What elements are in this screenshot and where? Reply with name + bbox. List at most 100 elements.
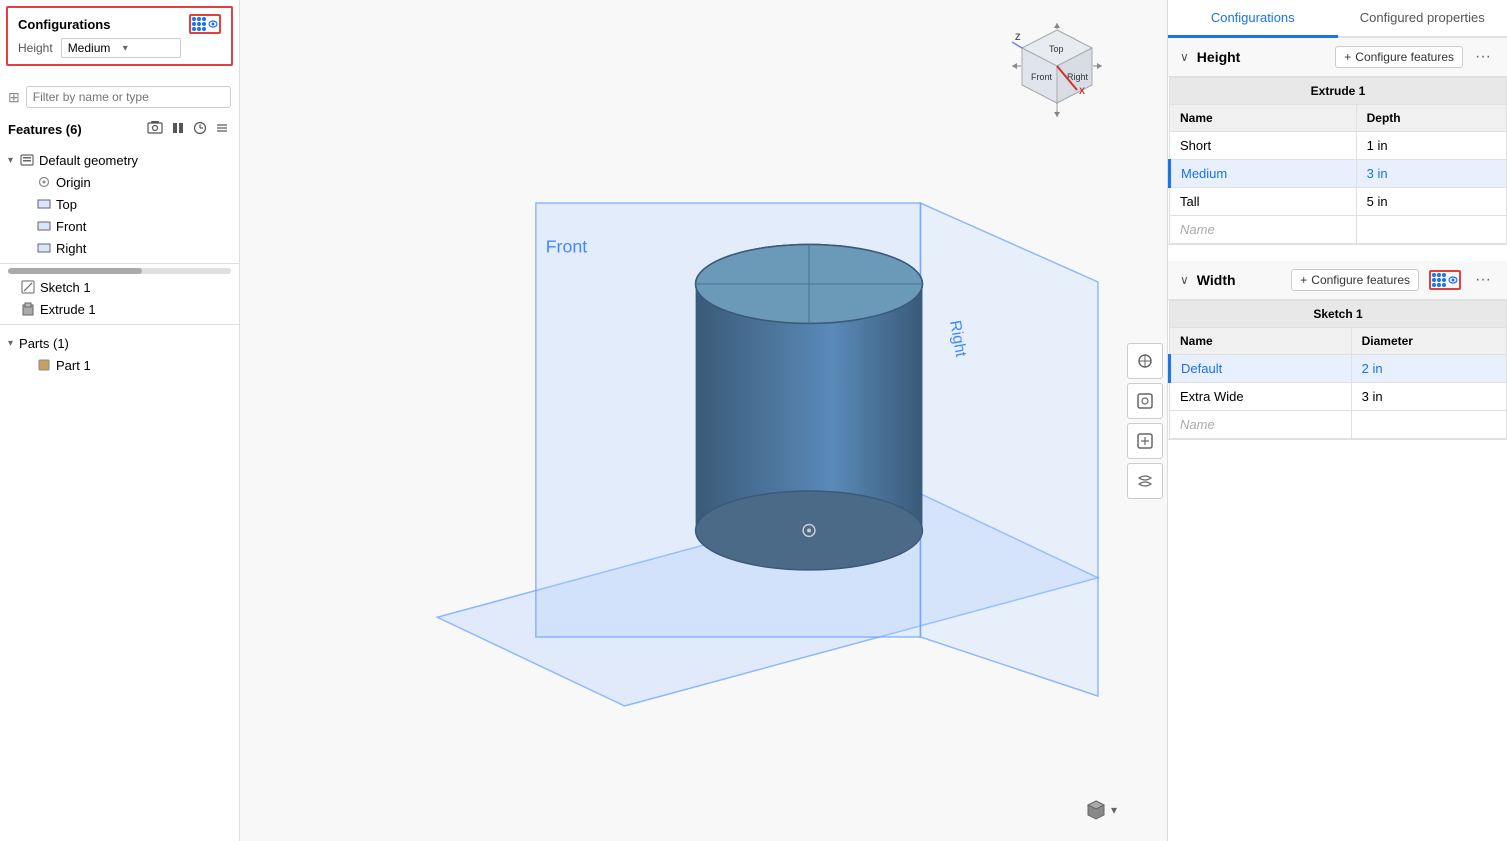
height-row-short[interactable]: Short 1 in [1170,132,1507,160]
left-panel: Configurations [0,0,240,841]
height-table-header: Extrude 1 [1170,78,1507,105]
width-row-extrawide[interactable]: Extra Wide 3 in [1170,383,1507,411]
height-value-new [1356,216,1506,244]
clock-btn[interactable] [191,118,209,141]
height-section-header: ∨ Height + Configure features ··· [1168,38,1507,77]
viewport[interactable]: Front Right [240,0,1167,841]
height-section-title: Height [1197,49,1327,65]
height-row-medium[interactable]: Medium 3 in [1170,160,1507,188]
grid-dots [192,17,206,31]
list-btn[interactable] [213,118,231,141]
orientation-widget[interactable]: Top Front Right [1007,20,1107,120]
width-section: ∨ Width + Configure features [1168,261,1507,440]
tree-label-top: Top [56,197,77,212]
height-more-btn[interactable]: ··· [1471,46,1495,68]
cube-icon [1085,799,1107,821]
tree-item-front[interactable]: Front [0,215,239,237]
icon-origin [36,174,52,190]
tab-configurations[interactable]: Configurations [1168,0,1338,38]
width-chevron[interactable]: ∨ [1180,273,1189,287]
width-value-new [1351,411,1506,439]
tab-configured-properties[interactable]: Configured properties [1338,0,1507,38]
width-value-extrawide: 3 in [1351,383,1506,411]
tree-label-part1: Part 1 [56,358,91,373]
height-name-medium: Medium [1170,160,1357,188]
width-more-btn[interactable]: ··· [1471,269,1495,291]
vp-icon-2 [1136,392,1154,410]
svg-text:Front: Front [1031,72,1053,82]
width-table-header: Sketch 1 [1170,301,1507,328]
width-value-default: 2 in [1351,355,1506,383]
icon-default-geometry [19,152,35,168]
height-row-tall[interactable]: Tall 5 in [1170,188,1507,216]
vp-btn-2[interactable] [1127,383,1163,419]
width-col-name: Name [1170,328,1352,355]
tree-area: ▾ Default geometry Origin Top [0,145,239,841]
width-name-extrawide: Extra Wide [1170,383,1352,411]
features-header: Features (6) [0,114,239,145]
config-height-label: Height [18,41,53,55]
divider1 [0,263,239,264]
capture-btn[interactable] [145,118,165,141]
icon-extrude1 [20,301,36,317]
icon-front-plane [36,218,52,234]
tree-item-default-geometry[interactable]: ▾ Default geometry [0,149,239,171]
height-value-medium: 3 in [1356,160,1506,188]
width-row-new[interactable]: Name [1170,411,1507,439]
height-value-short: 1 in [1356,132,1506,160]
width-configure-label: Configure features [1311,273,1410,287]
tree-item-top[interactable]: Top [0,193,239,215]
config-box-title: Configurations [18,14,221,34]
width-col-diameter: Diameter [1351,328,1506,355]
height-row-new[interactable]: Name [1170,216,1507,244]
scene-svg: Front Right [240,0,1167,841]
chevron-default-geometry: ▾ [8,155,13,166]
svg-text:X: X [1079,86,1085,96]
icon-right-plane [36,240,52,256]
width-section-title: Width [1197,272,1283,288]
height-chevron[interactable]: ∨ [1180,50,1189,64]
height-configure-plus: + [1344,50,1351,64]
vp-btn-4[interactable] [1127,463,1163,499]
vp-btn-3[interactable] [1127,423,1163,459]
features-toolbar [145,118,231,141]
clock-icon [193,121,207,135]
tree-label-parts: Parts (1) [19,336,69,351]
tree-label-right: Right [56,241,86,256]
pause-btn[interactable] [169,118,187,141]
tree-item-parts[interactable]: ▾ Parts (1) [0,333,239,354]
front-label: Front [546,236,587,256]
width-eye-icon [1448,275,1458,285]
list-icon [215,121,229,135]
config-height-select[interactable]: Medium ▾ [61,38,181,58]
height-col-name: Name [1170,105,1357,132]
tree-item-origin[interactable]: Origin [0,171,239,193]
width-configure-btn[interactable]: + Configure features [1291,269,1419,291]
orientation-svg: Top Front Right [1007,20,1107,120]
capture-icon [147,120,163,136]
width-row-default[interactable]: Default 2 in [1170,355,1507,383]
height-name-placeholder[interactable]: Name [1170,216,1357,244]
tree-item-sketch1[interactable]: Sketch 1 [0,276,239,298]
svg-text:Z: Z [1015,32,1021,42]
tree-item-part1[interactable]: Part 1 [0,354,239,376]
height-configure-btn[interactable]: + Configure features [1335,46,1463,68]
icon-part1 [36,357,52,373]
scrollbar[interactable] [8,268,231,274]
tree-item-extrude1[interactable]: Extrude 1 [0,298,239,320]
chevron-parts: ▾ [8,338,13,349]
vp-icon-4 [1136,472,1154,490]
width-grid-dots [1432,273,1446,287]
tree-item-right[interactable]: Right [0,237,239,259]
filter-input[interactable] [26,86,231,108]
vp-btn-1[interactable] [1127,343,1163,379]
view-mode-indicator: ▾ [1085,799,1117,821]
vp-icon-3 [1136,432,1154,450]
parts-section: ▾ Parts (1) Part 1 [0,329,239,380]
config-select-arrow: ▾ [123,43,174,54]
right-panel: Configurations Configured properties ∨ H… [1167,0,1507,841]
width-table: Sketch 1 Name Diameter Default 2 in Extr… [1168,300,1507,439]
config-box: Configurations [6,6,233,66]
eye-icon [208,19,218,29]
width-name-placeholder[interactable]: Name [1170,411,1352,439]
